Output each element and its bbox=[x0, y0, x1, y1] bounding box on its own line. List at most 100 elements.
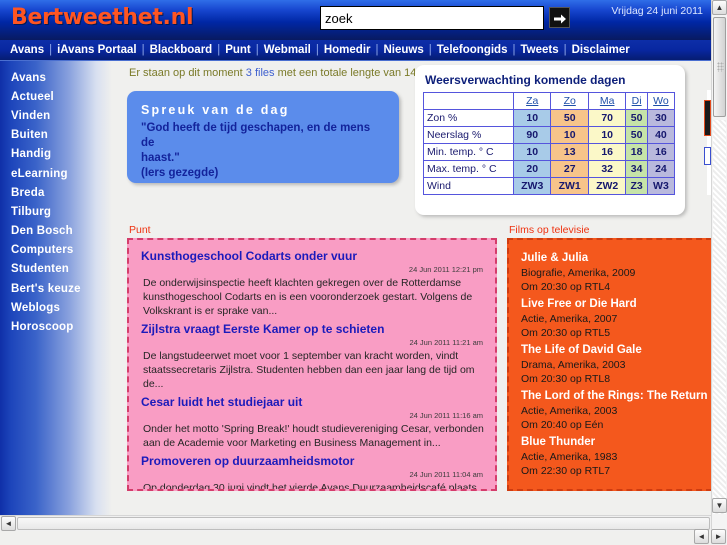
vertical-scrollbar[interactable]: ▲ ▼ bbox=[711, 0, 727, 531]
news-title[interactable]: Promoveren op duurzaamheidsmotor bbox=[141, 454, 485, 469]
weather-cell: 27 bbox=[550, 160, 589, 178]
film-genre: Actie, Amerika, 1983 bbox=[521, 451, 618, 463]
weather-row-label: Wind bbox=[423, 177, 514, 195]
nav-separator: | bbox=[315, 44, 319, 56]
film-time: Om 22:30 op RTL7 bbox=[521, 465, 611, 477]
horizontal-scroll-track[interactable] bbox=[17, 517, 710, 530]
clipped-blue-element bbox=[704, 147, 711, 165]
weather-day-ma: Ma bbox=[587, 92, 627, 110]
weather-day-zo: Zo bbox=[550, 92, 589, 110]
sidebar-item-horoscoop[interactable]: Horoscoop bbox=[0, 317, 112, 336]
table-row: Min. temp. ° C 10 13 16 18 16 bbox=[423, 143, 676, 161]
weather-cell: 50 bbox=[550, 109, 589, 127]
news-body: Onder het motto 'Spring Break!' houdt st… bbox=[143, 423, 484, 449]
nav-item-disclaimer[interactable]: Disclaimer bbox=[570, 44, 632, 56]
news-title[interactable]: Zijlstra vraagt Eerste Kamer op te schie… bbox=[141, 322, 485, 337]
vertical-scroll-thumb[interactable] bbox=[713, 17, 726, 117]
scroll-right-button-outer[interactable]: ► bbox=[711, 529, 726, 544]
nav-item-nieuws[interactable]: Nieuws bbox=[382, 44, 426, 56]
film-genre: Actie, Amerika, 2003 bbox=[521, 405, 618, 417]
sidebar-item-breda[interactable]: Breda bbox=[0, 183, 112, 202]
film-time: Om 20:30 op RTL8 bbox=[521, 373, 611, 385]
films-panel: Julie & Julia Biografie, Amerika, 2009 O… bbox=[507, 238, 711, 491]
nav-separator: | bbox=[375, 44, 379, 56]
scroll-left-button-outer[interactable]: ◄ bbox=[694, 529, 709, 544]
search-submit-button[interactable] bbox=[549, 7, 570, 28]
news-body: De langstudeerwet moet voor 1 september … bbox=[143, 350, 475, 390]
film-title[interactable]: The Lord of the Rings: The Return of bbox=[521, 389, 711, 404]
sidebar-item-vinden[interactable]: Vinden bbox=[0, 106, 112, 125]
scroll-down-button[interactable]: ▼ bbox=[712, 498, 727, 513]
nav-item-blackboard[interactable]: Blackboard bbox=[148, 44, 215, 56]
film-time: Om 20:40 op Eén bbox=[521, 419, 604, 431]
nav-item-webmail[interactable]: Webmail bbox=[262, 44, 313, 56]
horizontal-scrollbar[interactable]: ◄ bbox=[0, 515, 711, 531]
punt-column: Punt Kunsthogeschool Codarts onder vuur … bbox=[127, 224, 497, 491]
list-item[interactable]: The Lord of the Rings: The Return of Act… bbox=[521, 389, 711, 432]
quote-title: Spreuk van de dag bbox=[141, 103, 290, 117]
table-row: Max. temp. ° C 20 27 32 34 24 bbox=[423, 160, 676, 178]
weather-cell: W3 bbox=[646, 177, 676, 195]
nav-item-punt[interactable]: Punt bbox=[223, 44, 253, 56]
site-header: Bertweethet.nl Vrijdag 24 juni 2011 bbox=[0, 0, 711, 40]
sidebar-item-computers[interactable]: Computers bbox=[0, 241, 112, 260]
sidebar-item-actueel[interactable]: Actueel bbox=[0, 87, 112, 106]
film-title[interactable]: Blue Thunder bbox=[521, 435, 711, 450]
arrow-right-icon bbox=[550, 8, 569, 27]
weather-cell: 32 bbox=[587, 160, 627, 178]
sidebar-item-avans[interactable]: Avans bbox=[0, 68, 112, 87]
scroll-up-button[interactable]: ▲ bbox=[712, 0, 727, 15]
weather-header-row: Za Zo Ma Di Wo bbox=[423, 92, 676, 110]
weather-cell: 10 bbox=[550, 126, 589, 144]
sidebar-item-handig[interactable]: Handig bbox=[0, 145, 112, 164]
weather-cell: ZW3 bbox=[512, 177, 552, 195]
film-title[interactable]: Live Free or Die Hard bbox=[521, 297, 711, 312]
news-title[interactable]: Cesar luidt het studiejaar uit bbox=[141, 395, 485, 410]
sidebar-item-studenten[interactable]: Studenten bbox=[0, 260, 112, 279]
news-item[interactable]: Kunsthogeschool Codarts onder vuur 24 Ju… bbox=[139, 249, 485, 318]
list-item[interactable]: Blue Thunder Actie, Amerika, 1983 Om 22:… bbox=[521, 435, 711, 478]
film-title[interactable]: Julie & Julia bbox=[521, 251, 711, 266]
nav-separator: | bbox=[141, 44, 145, 56]
status-file-count: 3 files bbox=[245, 67, 275, 79]
nav-item-iavans-portaal[interactable]: iAvans Portaal bbox=[55, 44, 138, 56]
vertical-scroll-track[interactable] bbox=[713, 120, 726, 514]
quote-of-the-day-box: Spreuk van de dag "God heeft de tijd ges… bbox=[127, 91, 399, 183]
film-title[interactable]: The Life of David Gale bbox=[521, 343, 711, 358]
weather-cell: 34 bbox=[625, 160, 648, 178]
list-item[interactable]: The Life of David Gale Drama, Amerika, 2… bbox=[521, 343, 711, 386]
weather-cell: Z3 bbox=[625, 177, 648, 195]
quote-text: "God heeft de tijd geschapen, en de mens… bbox=[141, 121, 385, 166]
news-body: De onderwijsinspectie heeft klachten gek… bbox=[143, 277, 473, 317]
list-item[interactable]: Julie & Julia Biografie, Amerika, 2009 O… bbox=[521, 251, 711, 294]
news-date: 24 Jun 2011 11:16 am bbox=[409, 411, 483, 420]
sidebar: Avans Actueel Vinden Buiten Handig eLear… bbox=[0, 61, 112, 531]
weather-cell: 10 bbox=[512, 109, 552, 127]
film-time: Om 20:30 op RTL4 bbox=[521, 281, 611, 293]
nav-item-avans[interactable]: Avans bbox=[8, 44, 46, 56]
nav-item-telefoongids[interactable]: Telefoongids bbox=[435, 44, 510, 56]
sidebar-item-weblogs[interactable]: Weblogs bbox=[0, 298, 112, 317]
site-logo[interactable]: Bertweethet.nl bbox=[11, 5, 194, 30]
nav-item-tweets[interactable]: Tweets bbox=[518, 44, 560, 56]
weather-cell: 10 bbox=[587, 126, 627, 144]
news-title[interactable]: Kunsthogeschool Codarts onder vuur bbox=[141, 249, 485, 264]
nav-item-homedir[interactable]: Homedir bbox=[322, 44, 373, 56]
weather-cell: 18 bbox=[625, 143, 648, 161]
news-item[interactable]: Promoveren op duurzaamheidsmotor 24 Jun … bbox=[139, 454, 485, 489]
sidebar-item-elearning[interactable]: eLearning bbox=[0, 164, 112, 183]
news-item[interactable]: Cesar luidt het studiejaar uit 24 Jun 20… bbox=[139, 395, 485, 450]
scroll-left-button[interactable]: ◄ bbox=[1, 516, 16, 531]
weather-cell: 24 bbox=[646, 160, 676, 178]
quote-source: (Iers gezegde) bbox=[141, 167, 219, 179]
nav-separator: | bbox=[255, 44, 259, 56]
sidebar-item-berts-keuze[interactable]: Bert's keuze bbox=[0, 279, 112, 298]
search-input[interactable] bbox=[320, 6, 544, 30]
weather-cell: 13 bbox=[550, 143, 589, 161]
sidebar-item-buiten[interactable]: Buiten bbox=[0, 126, 112, 145]
news-item[interactable]: Zijlstra vraagt Eerste Kamer op te schie… bbox=[139, 322, 485, 391]
weather-cell: 30 bbox=[646, 109, 676, 127]
sidebar-item-den-bosch[interactable]: Den Bosch bbox=[0, 222, 112, 241]
sidebar-item-tilburg[interactable]: Tilburg bbox=[0, 202, 112, 221]
list-item[interactable]: Live Free or Die Hard Actie, Amerika, 20… bbox=[521, 297, 711, 340]
